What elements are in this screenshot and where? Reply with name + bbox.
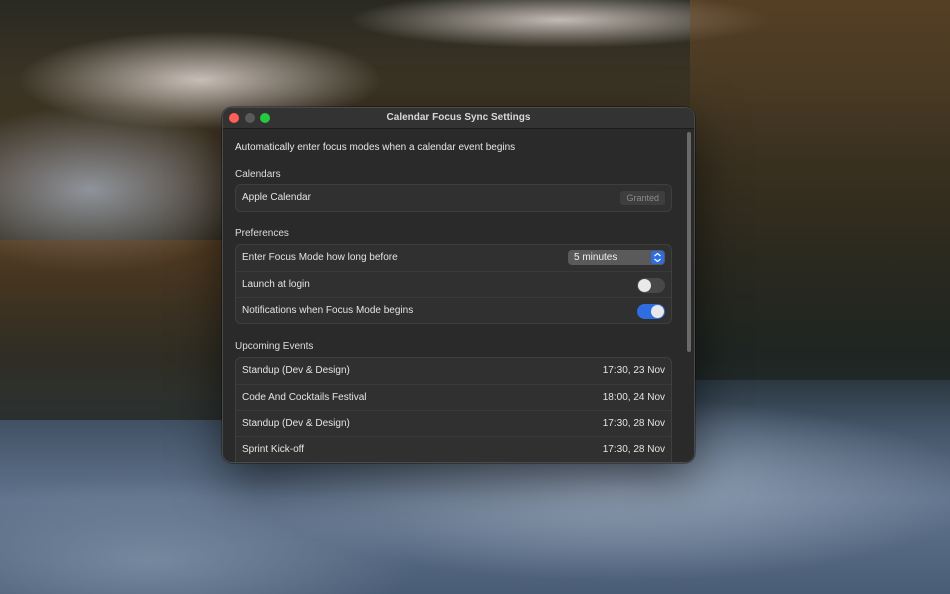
event-row: Code And Cocktails Festival 18:00, 24 No… <box>236 384 671 410</box>
event-time: 17:30, 28 Nov <box>602 444 665 455</box>
focus-before-label: Enter Focus Mode how long before <box>242 252 398 263</box>
launch-at-login-row: Launch at login <box>236 271 671 297</box>
settings-content: Automatically enter focus modes when a c… <box>223 130 694 462</box>
calendars-section-title: Calendars <box>235 169 281 180</box>
event-row: Standup (Dev & Design) 17:30, 23 Nov <box>236 358 671 384</box>
window-title: Calendar Focus Sync Settings <box>386 112 531 123</box>
event-time: 18:00, 24 Nov <box>602 392 665 403</box>
focus-before-select[interactable]: 5 minutes <box>568 250 665 265</box>
preferences-group: Enter Focus Mode how long before 5 minut… <box>235 244 672 324</box>
toggle-knob <box>638 279 651 292</box>
calendar-status-badge: Granted <box>620 191 665 205</box>
preferences-section-title: Preferences <box>235 228 289 239</box>
event-name: Standup (Dev & Design) <box>242 418 350 429</box>
intro-text: Automatically enter focus modes when a c… <box>235 142 516 153</box>
vertical-scrollbar[interactable] <box>687 132 691 352</box>
focus-before-value: 5 minutes <box>574 252 618 263</box>
notifications-row: Notifications when Focus Mode begins <box>236 297 671 323</box>
wallpaper-forest-left <box>0 240 230 420</box>
settings-window: Calendar Focus Sync Settings Automatical… <box>222 107 695 463</box>
notifications-toggle[interactable] <box>637 304 665 319</box>
event-name: Sprint Kick-off <box>242 444 305 455</box>
calendar-row: Apple Calendar Granted <box>236 185 671 211</box>
upcoming-section-title: Upcoming Events <box>235 341 314 352</box>
notifications-label: Notifications when Focus Mode begins <box>242 305 414 316</box>
calendar-name: Apple Calendar <box>242 192 311 203</box>
toggle-knob <box>651 305 664 318</box>
launch-at-login-toggle[interactable] <box>637 278 665 293</box>
focus-before-row: Enter Focus Mode how long before 5 minut… <box>236 245 671 271</box>
wallpaper-forest-right <box>690 0 950 380</box>
event-row: Sprint Kick-off 17:30, 28 Nov <box>236 436 671 462</box>
event-time: 17:30, 23 Nov <box>602 365 665 376</box>
chevron-up-down-icon <box>651 251 664 264</box>
upcoming-events-list: Standup (Dev & Design) 17:30, 23 Nov Cod… <box>235 357 672 462</box>
event-name: Standup (Dev & Design) <box>242 365 350 376</box>
title-bar[interactable]: Calendar Focus Sync Settings <box>223 108 694 129</box>
event-time: 17:30, 28 Nov <box>602 418 665 429</box>
event-name: Code And Cocktails Festival <box>242 392 367 403</box>
launch-at-login-label: Launch at login <box>242 279 310 290</box>
calendars-group: Apple Calendar Granted <box>235 184 672 212</box>
event-row: Standup (Dev & Design) 17:30, 28 Nov <box>236 410 671 436</box>
